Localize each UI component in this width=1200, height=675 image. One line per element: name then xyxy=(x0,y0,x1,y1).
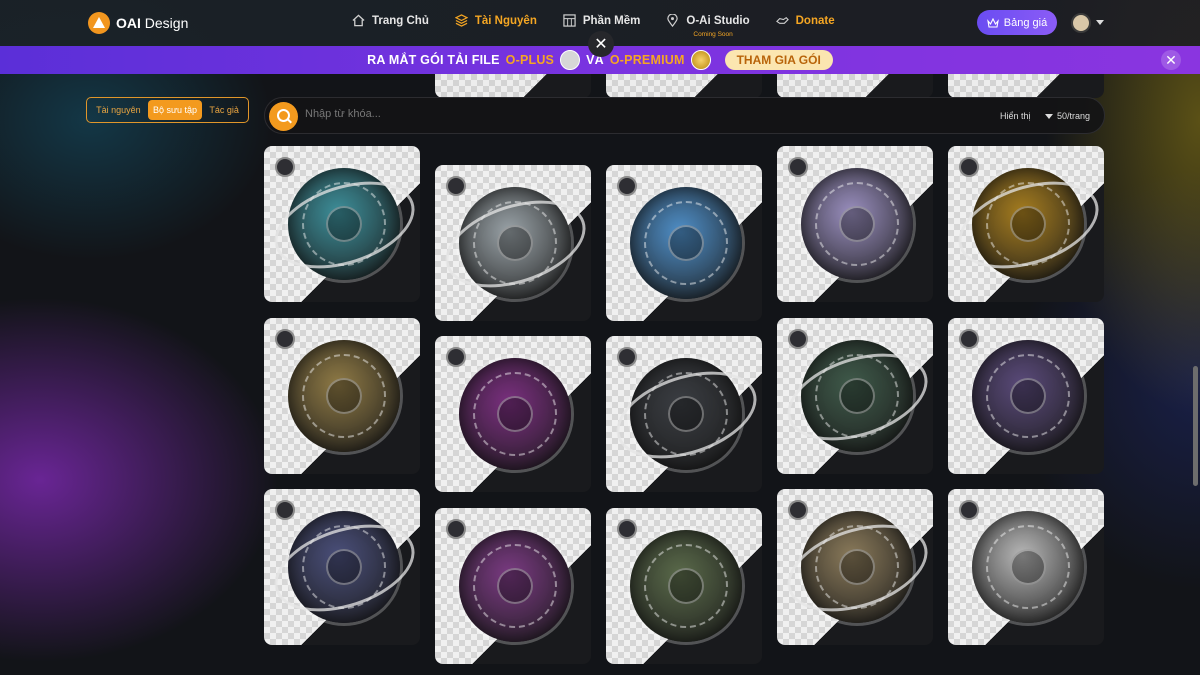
per-page-value: 50/trang xyxy=(1057,111,1091,121)
nav-donate-label: Donate xyxy=(795,14,835,27)
nav-studio-label: O-Ai Studio xyxy=(686,14,750,27)
collection-card[interactable] xyxy=(948,318,1104,474)
tab-resources[interactable]: Tài nguyên xyxy=(91,100,146,120)
collection-thumbnail xyxy=(288,340,400,452)
nav-studio[interactable]: O-Ai Studio Coming Soon xyxy=(666,14,750,38)
main-nav: Trang Chủ Tài Nguyên Phần Mềm O-Ai Studi… xyxy=(352,14,835,38)
collection-card[interactable] xyxy=(777,146,933,302)
collection-thumbnail xyxy=(972,340,1084,452)
coming-soon-label: Coming Soon xyxy=(693,31,733,38)
collection-card[interactable] xyxy=(264,489,420,645)
collection-thumbnail xyxy=(459,358,571,470)
oplus-badge-icon xyxy=(560,50,581,70)
nav-resources[interactable]: Tài Nguyên xyxy=(454,14,537,27)
logo-icon xyxy=(88,12,110,34)
author-badge-icon xyxy=(446,519,466,539)
card-peek[interactable] xyxy=(435,74,591,98)
collection-card[interactable] xyxy=(777,489,933,645)
donate-icon xyxy=(775,16,789,24)
author-badge-icon xyxy=(275,329,295,349)
per-page-select[interactable]: 50/trang xyxy=(1045,111,1090,121)
author-badge-icon xyxy=(617,519,637,539)
author-badge-icon xyxy=(446,176,466,196)
promo-plan-plus: O-PLUS xyxy=(505,53,555,67)
opremium-badge-icon xyxy=(690,50,711,70)
collection-thumbnail xyxy=(630,187,742,299)
grid-icon xyxy=(563,14,576,27)
author-badge-icon xyxy=(275,157,295,177)
search-bar: Hiển thị 50/trang xyxy=(264,97,1105,134)
collection-card[interactable] xyxy=(435,165,591,321)
nav-software[interactable]: Phần Mềm xyxy=(563,14,641,27)
collection-card[interactable] xyxy=(606,508,762,664)
tab-authors[interactable]: Tác giả xyxy=(204,100,244,120)
author-badge-icon xyxy=(617,347,637,367)
close-icon[interactable]: ✕ xyxy=(1161,50,1181,70)
author-badge-icon xyxy=(446,347,466,367)
card-peek[interactable] xyxy=(777,74,933,98)
card-peek[interactable] xyxy=(948,74,1104,98)
author-badge-icon xyxy=(959,500,979,520)
home-icon xyxy=(352,14,365,27)
location-icon xyxy=(667,14,679,27)
collection-card[interactable] xyxy=(435,508,591,664)
filter-tabs: Tài nguyên Bộ sưu tập Tác giả xyxy=(86,97,249,123)
collection-card[interactable] xyxy=(264,146,420,302)
per-page-label: Hiển thị xyxy=(1000,111,1031,121)
nav-donate[interactable]: Donate xyxy=(775,14,835,27)
promo-plan-premium: O-PREMIUM xyxy=(609,53,685,67)
scrollbar[interactable] xyxy=(1193,366,1198,486)
author-badge-icon xyxy=(788,157,808,177)
nav-home[interactable]: Trang Chủ xyxy=(352,14,429,27)
collection-thumbnail xyxy=(801,168,913,280)
search-icon[interactable] xyxy=(269,102,298,131)
collection-thumbnail xyxy=(459,530,571,642)
crown-icon xyxy=(986,17,999,28)
author-badge-icon xyxy=(959,157,979,177)
pricing-label: Bảng giá xyxy=(1003,16,1048,29)
collection-thumbnail xyxy=(972,511,1084,623)
nav-resources-label: Tài Nguyên xyxy=(474,14,537,27)
pricing-button[interactable]: Bảng giá xyxy=(977,10,1057,35)
collection-card[interactable] xyxy=(606,165,762,321)
author-badge-icon xyxy=(275,500,295,520)
logo-text: OAI Design xyxy=(116,15,189,31)
close-popup-button[interactable]: ✕ xyxy=(588,31,614,57)
layers-icon xyxy=(454,14,468,27)
author-badge-icon xyxy=(788,500,808,520)
chevron-down-icon xyxy=(1045,113,1053,119)
search-input[interactable] xyxy=(305,108,805,120)
nav-home-label: Trang Chủ xyxy=(372,14,429,27)
collection-card[interactable] xyxy=(777,318,933,474)
author-badge-icon xyxy=(617,176,637,196)
chevron-down-icon[interactable] xyxy=(1096,20,1104,25)
collection-card[interactable] xyxy=(948,146,1104,302)
card-peek[interactable] xyxy=(606,74,762,98)
promo-text-intro: RA MẮT GÓI TẢI FILE xyxy=(367,53,500,67)
nav-software-label: Phần Mềm xyxy=(582,14,641,27)
author-badge-icon xyxy=(788,329,808,349)
collection-thumbnail xyxy=(630,530,742,642)
collection-card[interactable] xyxy=(264,318,420,474)
collection-card[interactable] xyxy=(948,489,1104,645)
join-plan-button[interactable]: THAM GIA GÓI xyxy=(724,50,833,70)
site-logo[interactable]: OAI Design xyxy=(88,12,188,34)
user-avatar[interactable] xyxy=(1071,13,1091,33)
collection-card[interactable] xyxy=(606,336,762,492)
collection-card[interactable] xyxy=(435,336,591,492)
author-badge-icon xyxy=(959,329,979,349)
tab-collections[interactable]: Bộ sưu tập xyxy=(147,100,203,120)
